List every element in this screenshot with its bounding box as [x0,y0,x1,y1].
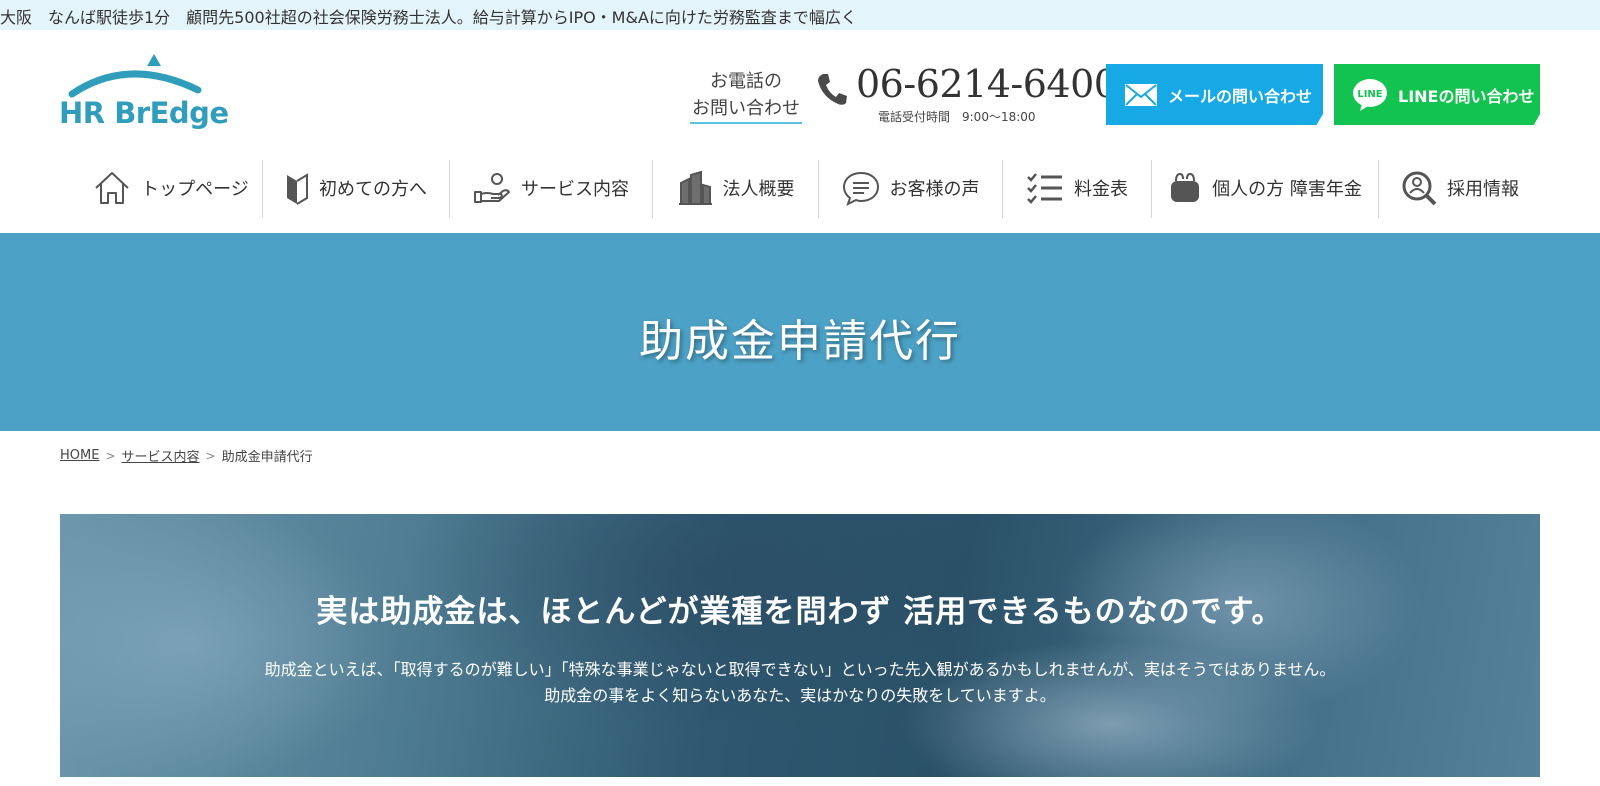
line-icon-text: LINE [1357,89,1382,100]
nav-item-pricing[interactable]: 料金表 [1003,158,1151,218]
nav-label: 個人の方 障害年金 [1212,179,1362,200]
user-search-icon [1401,170,1437,206]
line-contact-button[interactable]: LINE LINEの問い合わせ [1334,64,1540,125]
breadcrumb-separator: > [205,448,216,463]
top-announcement-bar: 大阪 なんば駅徒歩1分 顧問先500社超の社会保険労務士法人。給与計算からIPO… [0,0,1600,30]
nav-label: 料金表 [1074,179,1128,200]
nav-label: サービス内容 [521,179,629,200]
nav-item-disability-pension[interactable]: 個人の方 障害年金 [1152,158,1378,218]
logo-arc-icon [68,54,202,98]
nav-label: 法人概要 [722,179,795,200]
line-contact-label: LINEの問い合わせ [1398,86,1535,106]
announcement-text: 大阪 なんば駅徒歩1分 顧問先500社超の社会保険労務士法人。給与計算からIPO… [0,8,857,27]
phone-label-line2: お問い合わせ [690,95,802,124]
mail-contact-label: メールの問い合わせ [1168,86,1313,106]
nav-item-services[interactable]: サービス内容 [450,158,652,218]
nav-label: 初めての方へ [319,179,427,200]
logo-text: HR BrEdge [59,96,229,130]
nav-item-company[interactable]: 法人概要 [653,158,818,218]
nav-label: お客様の声 [889,179,980,200]
phone-label: お電話の お問い合わせ [683,68,809,124]
phone-label-line1: お電話の [710,71,782,92]
home-icon [93,170,131,206]
phone-icon [816,72,848,106]
nav-item-beginners[interactable]: 初めての方へ [263,158,449,218]
breadcrumb: HOME > サービス内容 > 助成金申請代行 [60,446,313,465]
mail-icon [1124,83,1158,107]
phone-hours: 電話受付時間 9:00～18:00 [878,110,1036,124]
site-logo[interactable]: HR BrEdge [58,52,229,132]
mail-contact-button[interactable]: メールの問い合わせ [1106,64,1323,125]
nav-item-recruitment[interactable]: 採用情報 [1379,158,1541,218]
nav-label: トップページ [141,179,249,200]
building-icon [677,171,713,205]
feature-text-line2: 助成金の事をよく知らないあなた、実はかなりの失敗をしていますよ。 [544,686,1056,705]
checklist-icon [1026,171,1064,205]
breadcrumb-separator: > [105,448,116,463]
page-hero-banner: 助成金申請代行 [0,233,1600,431]
speech-bubble-icon [842,170,880,206]
phone-number[interactable]: 06-6214-6400 [856,62,1118,106]
hand-service-icon [473,172,511,204]
purse-icon [1168,171,1202,205]
nav-item-top[interactable]: トップページ [80,158,262,218]
nav-label: 採用情報 [1447,179,1519,200]
line-app-icon: LINE [1352,78,1388,112]
feature-text-line1: 助成金といえば、「取得するのが難しい」「特殊な事業じゃないと取得できない」といっ… [264,660,1336,679]
beginner-mark-icon [285,171,309,205]
feature-heading: 実は助成金は、ほとんどが業種を問わず 活用できるものなのです。 [316,594,1284,630]
intro-feature-panel: 実は助成金は、ほとんどが業種を問わず 活用できるものなのです。 助成金といえば、… [60,514,1540,777]
breadcrumb-services-link[interactable]: サービス内容 [122,446,200,465]
nav-item-testimonials[interactable]: お客様の声 [819,158,1002,218]
main-navigation: トップページ 初めての方へ サービス内容 法人概要 お客様の声 料金表 個人の方… [0,158,1600,218]
page-title: 助成金申請代行 [639,316,961,367]
breadcrumb-current: 助成金申請代行 [221,450,313,465]
breadcrumb-home-link[interactable]: HOME [60,448,99,463]
